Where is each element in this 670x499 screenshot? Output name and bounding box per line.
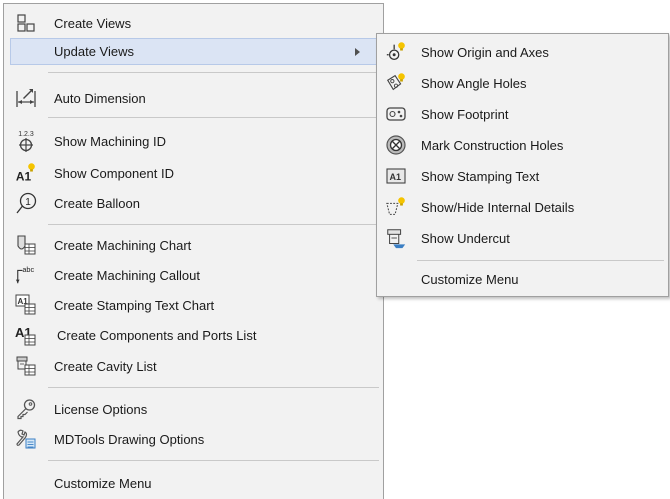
- submenu-item-show-origin-axes[interactable]: Show Origin and Axes: [377, 39, 668, 66]
- menu-item-label: Create Components and Ports List: [57, 328, 257, 343]
- menu-item-create-machining-chart[interactable]: Create Machining Chart: [4, 232, 383, 259]
- submenu-item-customize-menu[interactable]: Customize Menu: [377, 266, 668, 293]
- stamping-text-chart-icon: A1: [15, 294, 37, 316]
- menu-item-create-machining-callout[interactable]: abc Create Machining Callout: [4, 262, 383, 289]
- menu-item-create-components-ports-list[interactable]: A1 Create Components and Ports List: [4, 322, 383, 349]
- submenu-item-show-stamping-text[interactable]: A1 Show Stamping Text: [377, 163, 668, 190]
- menu-item-show-machining-id[interactable]: 1.2.3 Show Machining ID: [4, 128, 383, 155]
- submenu-item-label: Show/Hide Internal Details: [421, 200, 575, 215]
- menu-item-label: Create Balloon: [54, 196, 140, 211]
- construction-holes-icon: [385, 134, 407, 156]
- footprint-icon: [385, 103, 407, 125]
- wrench-icon: [15, 428, 37, 450]
- submenu-item-show-hide-internal-details[interactable]: Show/Hide Internal Details: [377, 194, 668, 221]
- angle-holes-icon: [385, 72, 407, 94]
- component-id-icon: A1: [15, 162, 37, 184]
- menu-item-create-balloon[interactable]: 1 Create Balloon: [4, 190, 383, 217]
- submenu-item-show-footprint[interactable]: Show Footprint: [377, 101, 668, 128]
- submenu-item-label: Show Origin and Axes: [421, 45, 549, 60]
- balloon-icon: 1: [15, 192, 37, 214]
- menu-item-customize-menu[interactable]: Customize Menu: [4, 470, 383, 497]
- create-views-icon: [15, 12, 37, 34]
- machining-callout-icon-text: abc: [22, 265, 34, 274]
- menu-item-show-component-id[interactable]: A1 Show Component ID: [4, 160, 383, 187]
- menu-item-label: Create Cavity List: [54, 359, 157, 374]
- menu-item-label: Create Machining Chart: [54, 238, 192, 253]
- menu-item-update-views[interactable]: Update Views: [10, 38, 377, 65]
- machining-chart-icon: [15, 234, 37, 256]
- menu-item-label: Auto Dimension: [54, 91, 146, 106]
- menu-separator: [48, 224, 379, 225]
- menu-item-create-cavity-list[interactable]: Create Cavity List: [4, 353, 383, 380]
- menu-item-label: Show Component ID: [54, 166, 174, 181]
- machining-id-icon: 1.2.3: [15, 130, 37, 152]
- context-menu: Create Views Update Views Auto Dimension…: [3, 3, 384, 499]
- components-ports-list-icon: A1: [15, 324, 37, 346]
- submenu-item-label: Show Footprint: [421, 107, 509, 122]
- menu-item-label: Show Machining ID: [54, 134, 166, 149]
- menu-item-label: Create Machining Callout: [54, 268, 200, 283]
- component-id-icon-text: A1: [16, 169, 32, 183]
- update-views-submenu: Show Origin and Axes Show Angle Holes Sh…: [376, 33, 669, 297]
- cavity-list-icon: [15, 355, 37, 377]
- submenu-item-mark-construction-holes[interactable]: Mark Construction Holes: [377, 132, 668, 159]
- submenu-item-show-angle-holes[interactable]: Show Angle Holes: [377, 70, 668, 97]
- menu-item-label: License Options: [54, 402, 148, 417]
- menu-item-auto-dimension[interactable]: Auto Dimension: [4, 85, 383, 112]
- menu-item-create-stamping-text-chart[interactable]: A1 Create Stamping Text Chart: [4, 292, 383, 319]
- menu-item-label: Create Stamping Text Chart: [54, 298, 215, 313]
- menu-item-label: Create Views: [54, 16, 132, 31]
- submenu-item-label: Show Undercut: [421, 231, 510, 246]
- stamping-text-icon: A1: [385, 165, 407, 187]
- internal-details-icon: [385, 196, 407, 218]
- undercut-icon: [385, 227, 407, 249]
- key-icon: [15, 398, 37, 420]
- origin-axes-icon: [385, 41, 407, 63]
- menu-separator: [48, 387, 379, 388]
- auto-dimension-icon: [15, 87, 37, 109]
- menu-item-label: Customize Menu: [54, 476, 152, 491]
- menu-item-license-options[interactable]: License Options: [4, 396, 383, 423]
- menu-separator: [48, 72, 379, 73]
- submenu-item-label: Show Angle Holes: [421, 76, 527, 91]
- machining-id-icon-text: 1.2.3: [18, 131, 34, 138]
- menu-separator: [48, 460, 379, 461]
- menu-item-create-views[interactable]: Create Views: [4, 10, 383, 37]
- menu-item-mdtools-drawing-options[interactable]: MDTools Drawing Options: [4, 426, 383, 453]
- submenu-arrow-icon: [355, 48, 360, 56]
- menu-separator: [48, 117, 379, 118]
- menu-separator: [417, 260, 664, 261]
- submenu-item-label: Customize Menu: [421, 272, 519, 287]
- menu-item-label: Update Views: [54, 44, 134, 59]
- submenu-item-label: Mark Construction Holes: [421, 138, 564, 153]
- balloon-icon-text: 1: [25, 197, 31, 208]
- menu-item-label: MDTools Drawing Options: [54, 432, 205, 447]
- machining-callout-icon: abc: [15, 264, 37, 286]
- stamping-text-icon-text: A1: [390, 172, 402, 182]
- submenu-item-label: Show Stamping Text: [421, 169, 540, 184]
- submenu-item-show-undercut[interactable]: Show Undercut: [377, 225, 668, 252]
